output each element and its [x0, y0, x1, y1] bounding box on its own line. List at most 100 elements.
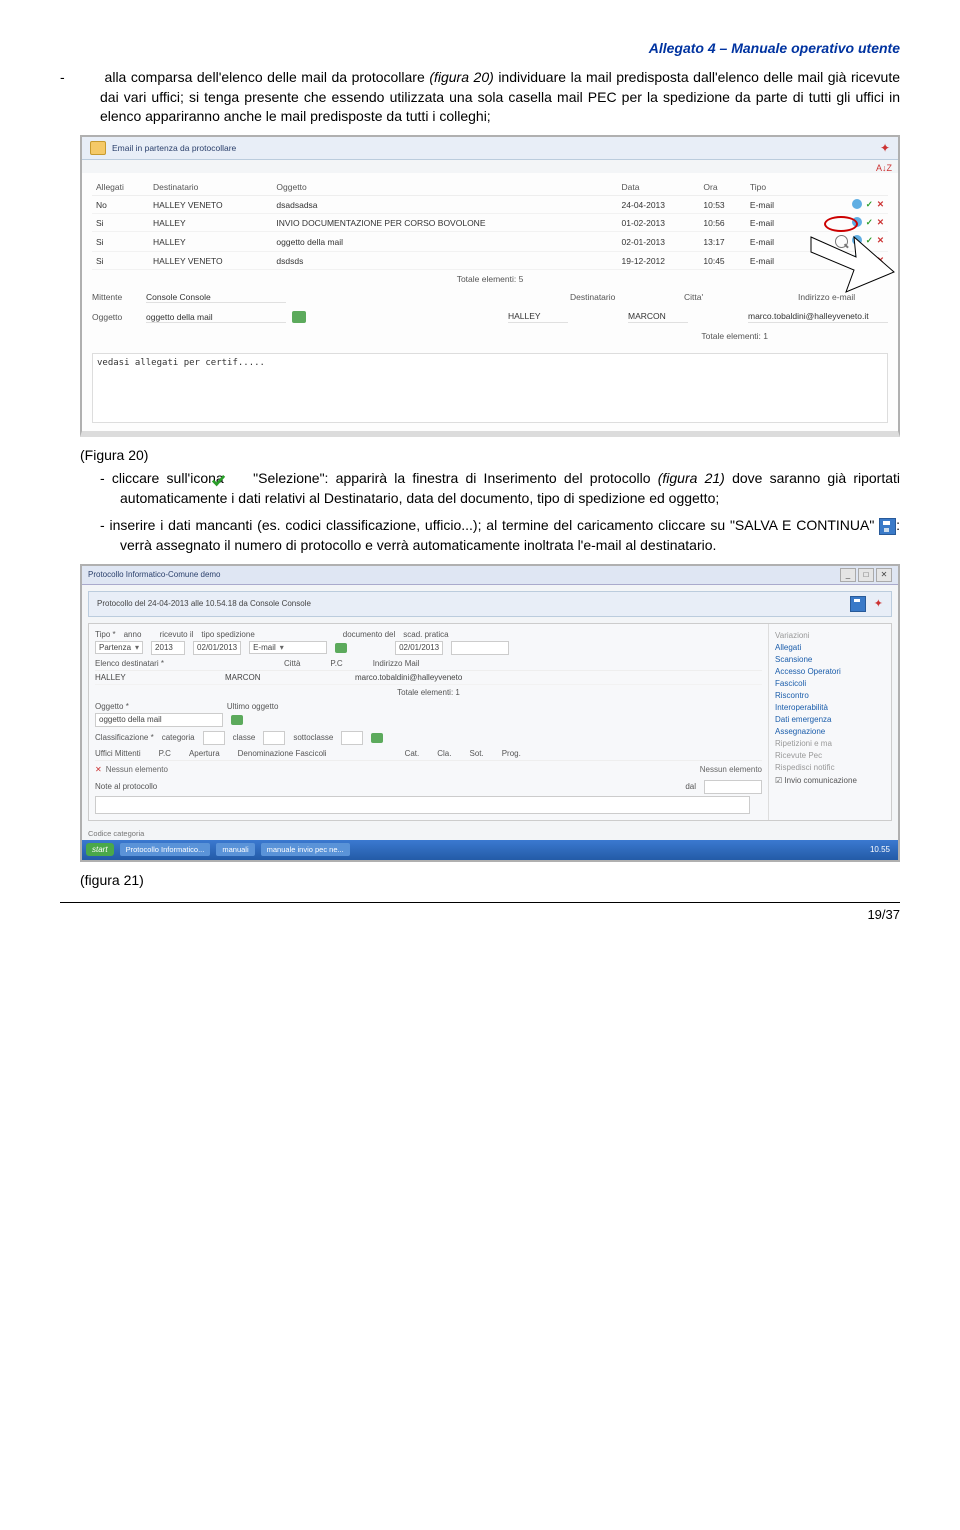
protocol-form: Tipo * anno ricevuto il tipo spedizione …	[89, 624, 768, 820]
minimize-icon[interactable]: _	[840, 568, 856, 582]
link-accesso[interactable]: Accesso Operatori	[775, 667, 885, 676]
docdel-input[interactable]: 02/01/2013	[395, 641, 443, 655]
categoria-input[interactable]	[203, 731, 225, 745]
taskbar: start Protocollo Informatico... manuali …	[82, 840, 898, 860]
table-row[interactable]: SiHALLEYoggetto della mail02-01-201313:1…	[92, 232, 888, 252]
elencodest-label: Elenco destinatari *	[95, 659, 164, 668]
delete-icon[interactable]: ✕	[877, 217, 884, 228]
figure-20-label: (Figura 20)	[80, 447, 900, 463]
ultimoogg-label: Ultimo oggetto	[227, 702, 279, 711]
close-icon[interactable]: ✦	[880, 141, 890, 155]
status-bar: Codice categoria	[82, 827, 898, 840]
link-assegnazione[interactable]: Assegnazione	[775, 727, 885, 736]
link-variazioni[interactable]: Variazioni	[775, 631, 885, 640]
noteprot-label: Note al protocollo	[95, 782, 157, 791]
sort-icon[interactable]: A↓Z	[82, 160, 898, 173]
folder-icon	[90, 141, 106, 155]
tag-icon[interactable]	[335, 643, 347, 653]
link-fascicoli[interactable]: Fascicoli	[775, 679, 885, 688]
scadpratica-label: scad. pratica	[403, 630, 448, 639]
anno-input[interactable]: 2013	[151, 641, 185, 655]
table-row[interactable]: HALLEY MARCON marco.tobaldini@halleyvene…	[95, 671, 762, 685]
p1-prefix: alla comparsa dell'elenco delle mail da …	[105, 69, 430, 85]
globe-icon[interactable]	[852, 199, 862, 209]
col-tipo: Tipo	[746, 179, 797, 196]
link-rispedisci[interactable]: Rispedisci notific	[775, 763, 885, 772]
table-row[interactable]: NoHALLEY VENETOdsadsadsa24-04-201310:53E…	[92, 195, 888, 214]
dal-input[interactable]	[704, 780, 762, 794]
table-row[interactable]: SiHALLEYINVIO DOCUMENTAZIONE PER CORSO B…	[92, 214, 888, 232]
citta-value: MARCON	[628, 311, 688, 323]
start-button[interactable]: start	[86, 843, 114, 856]
link-interop[interactable]: Interoperabilità	[775, 703, 885, 712]
indirmail-cell: marco.tobaldini@halleyveneto	[355, 673, 462, 682]
table-row[interactable]: SiHALLEY VENETOdsdsds19-12-201210:45E-ma…	[92, 252, 888, 270]
oggetto-value: oggetto della mail	[146, 312, 286, 323]
close-icon[interactable]: ✕	[876, 568, 892, 582]
taskbar-item[interactable]: manuale invio pec ne...	[261, 843, 350, 856]
link-datiemerg[interactable]: Dati emergenza	[775, 715, 885, 724]
note-icon[interactable]	[292, 311, 306, 323]
close-panel-icon[interactable]: ✦	[874, 597, 883, 610]
taskbar-clock: 10.55	[870, 845, 894, 854]
uffmitt-label: Uffici Mittenti	[95, 749, 141, 758]
ricevuto-input[interactable]: 02/01/2013	[193, 641, 241, 655]
oggetto-input[interactable]: oggetto della mail	[95, 713, 223, 727]
apertura-label: Apertura	[189, 749, 220, 758]
p1-figref: (figura 20)	[429, 69, 493, 85]
paragraph-1: - alla comparsa dell'elenco delle mail d…	[100, 68, 900, 127]
prog-label: Prog.	[502, 749, 521, 758]
tag-icon[interactable]	[231, 715, 243, 725]
check-icon[interactable]: ✓	[866, 217, 873, 228]
col-destinatario: Destinatario	[149, 179, 272, 196]
figure-20-screenshot: Email in partenza da protocollare ✦ A↓Z …	[80, 135, 900, 438]
checkbox-inviocomm[interactable]: ☑ Invio comunicazione	[775, 776, 885, 785]
sottoclasse-input[interactable]	[341, 731, 363, 745]
indir-value: marco.tobaldini@halleyveneto.it	[748, 311, 888, 323]
col-data: Data	[618, 179, 700, 196]
link-allegati[interactable]: Allegati	[775, 643, 885, 652]
tag-icon[interactable]	[371, 733, 383, 743]
scadpratica-input[interactable]	[451, 641, 509, 655]
p2-figref: (figura 21)	[658, 470, 725, 486]
citta-cell: MARCON	[225, 673, 285, 682]
tiposped-label: tipo spedizione	[201, 630, 254, 639]
cla-label: Cla.	[437, 749, 451, 758]
page-number: 19/37	[60, 907, 900, 922]
panel-title: Email in partenza da protocollare	[112, 143, 236, 153]
tiposped-select[interactable]: E-mail	[249, 641, 327, 654]
sottoclasse-label: sottoclasse	[293, 733, 333, 742]
panel-header: Email in partenza da protocollare ✦	[82, 137, 898, 160]
paragraph-2: - cliccare sull'icona "Selezione": appar…	[120, 469, 900, 508]
delete-icon[interactable]: ✕	[877, 199, 884, 210]
citta-col: Città	[284, 659, 300, 668]
footer-divider	[60, 902, 900, 903]
classe-label: classe	[233, 733, 256, 742]
nessun-elemento: ✕Nessun elemento	[95, 763, 168, 776]
citta-label: Citta'	[684, 292, 738, 303]
tipo-select[interactable]: Partenza	[95, 641, 143, 654]
message-body: vedasi allegati per certif.....	[92, 353, 888, 423]
oggetto-label: Oggetto	[92, 312, 146, 322]
taskbar-item[interactable]: manuali	[216, 843, 254, 856]
check-icon[interactable]: ✓	[866, 199, 873, 210]
link-ricevute[interactable]: Ricevute Pec	[775, 751, 885, 760]
taskbar-item[interactable]: Protocollo Informatico...	[120, 843, 211, 856]
note-input[interactable]	[95, 796, 750, 814]
col-ora: Ora	[699, 179, 746, 196]
link-scansione[interactable]: Scansione	[775, 655, 885, 664]
maximize-icon[interactable]: □	[858, 568, 874, 582]
dal-label: dal	[685, 782, 696, 791]
total-top: Totale elementi: 5	[92, 270, 888, 288]
indirmail-col: Indirizzo Mail	[373, 659, 420, 668]
totale-elementi: Totale elementi: 1	[95, 685, 762, 700]
pc-col: P.C	[330, 659, 342, 668]
p2-after: "Selezione": apparirà la finestra di Ins…	[246, 470, 658, 486]
classe-input[interactable]	[263, 731, 285, 745]
save-icon	[879, 518, 896, 535]
link-ripetizioni[interactable]: Ripetizioni e ma	[775, 739, 885, 748]
link-riscontro[interactable]: Riscontro	[775, 691, 885, 700]
callout-arrow	[806, 232, 896, 304]
save-button[interactable]	[850, 596, 866, 612]
classif-label: Classificazione *	[95, 733, 154, 742]
